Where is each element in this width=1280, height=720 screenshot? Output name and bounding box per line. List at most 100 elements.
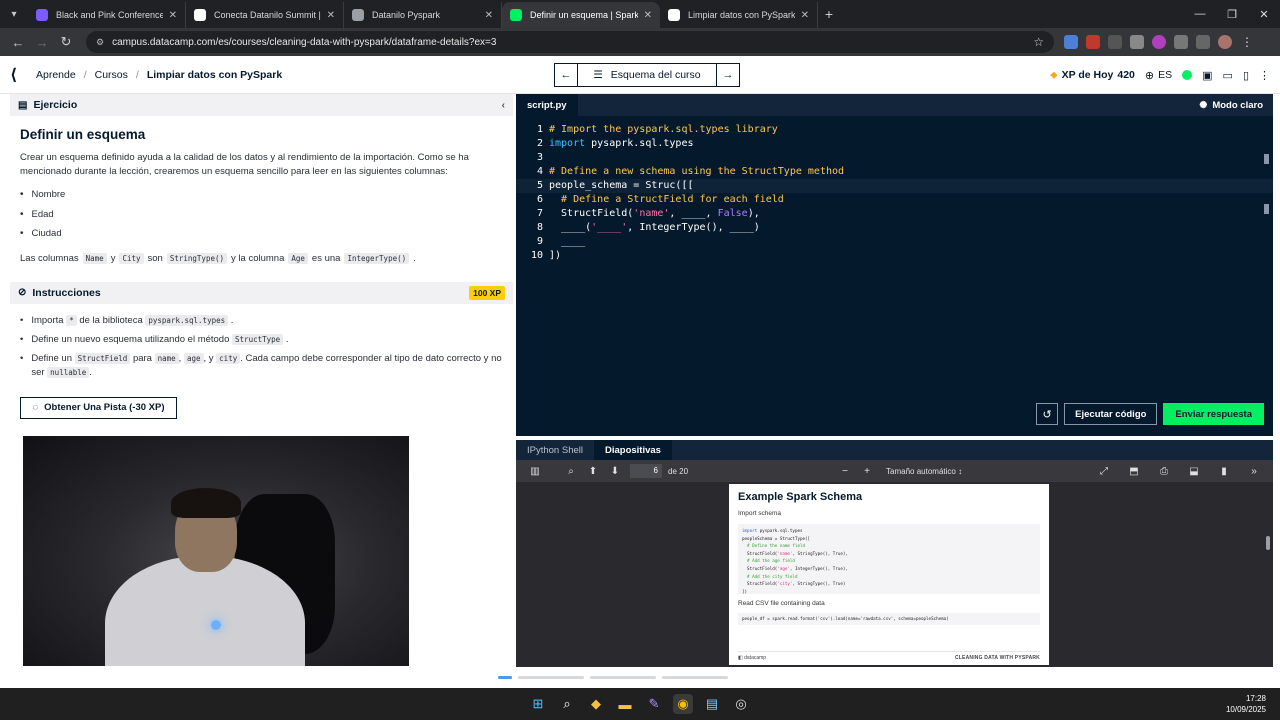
- language-label[interactable]: ES: [1158, 69, 1172, 81]
- code-line[interactable]: 9 ____: [516, 235, 1273, 249]
- previous-page-icon[interactable]: ⬆: [582, 466, 604, 477]
- chrome-icon[interactable]: ◉: [673, 694, 693, 714]
- search-icon[interactable]: ⌕: [557, 694, 577, 714]
- code-line[interactable]: 2 import pysaprk.sql.types: [516, 137, 1273, 151]
- scroll-indicator[interactable]: [518, 676, 584, 679]
- extension-icon-record[interactable]: [1130, 35, 1144, 49]
- translate-icon[interactable]: [1064, 35, 1078, 49]
- scroll-indicator[interactable]: [590, 676, 656, 679]
- reload-icon[interactable]: ↻: [54, 34, 78, 50]
- collapse-chevron-icon[interactable]: ‹: [502, 100, 505, 111]
- tab-diapositivas[interactable]: Diapositivas: [593, 440, 672, 460]
- forward-icon[interactable]: →: [30, 35, 54, 50]
- run-code-button[interactable]: Ejecutar código: [1064, 403, 1158, 425]
- browser-tab[interactable]: Conecta Datanilo Summit | UPC ✕: [186, 2, 344, 28]
- extensions-puzzle-icon[interactable]: [1174, 35, 1188, 49]
- course-outline-label: Esquema del curso: [610, 69, 701, 81]
- site-info-icon[interactable]: ⚙: [96, 37, 104, 48]
- code-line[interactable]: 7 StructField('name', ____, False),: [516, 207, 1273, 221]
- browser-tab[interactable]: Limpiar datos con PySpark ✕: [660, 2, 818, 28]
- code-line[interactable]: 6 # Define a StructField for each field: [516, 193, 1273, 207]
- profile-avatar[interactable]: [1218, 35, 1232, 49]
- close-tab-icon[interactable]: ✕: [644, 10, 652, 21]
- zoom-select[interactable]: Tamaño automático ↕: [886, 467, 962, 476]
- minimize-icon[interactable]: —: [1184, 8, 1216, 21]
- code-token: # Define a StructField for each field: [561, 194, 784, 205]
- code-area[interactable]: 1 # Import the pyspark.sql.types library 2…: [516, 116, 1273, 263]
- close-tab-icon[interactable]: ✕: [169, 10, 177, 21]
- editor-scrollbar-marker[interactable]: [1264, 154, 1269, 164]
- breadcrumb-cursos[interactable]: Cursos: [95, 69, 128, 81]
- close-tab-icon[interactable]: ✕: [485, 10, 493, 21]
- close-tab-icon[interactable]: ✕: [801, 10, 809, 21]
- presentation-mode-icon[interactable]: ⤢: [1093, 466, 1115, 477]
- windows-start-icon[interactable]: ⊞: [528, 694, 548, 714]
- new-tab-button[interactable]: +: [818, 6, 840, 22]
- hint-button[interactable]: ◌ Obtener Una Pista (-30 XP): [20, 396, 177, 419]
- breadcrumb-separator: /: [135, 68, 139, 81]
- code-line[interactable]: 3: [516, 151, 1273, 165]
- pdf-viewer[interactable]: Example Spark Schema Import schema impor…: [516, 482, 1273, 667]
- video-icon[interactable]: ▭: [1223, 69, 1233, 82]
- bookmark-icon[interactable]: ▮: [1213, 466, 1235, 477]
- code-editor-icon[interactable]: ◆: [586, 694, 606, 714]
- globe-icon[interactable]: ⊕: [1145, 69, 1154, 82]
- reset-code-button[interactable]: ↺: [1036, 403, 1059, 425]
- page-number-input[interactable]: 6: [630, 464, 662, 478]
- file-explorer-icon[interactable]: ▬: [615, 694, 635, 714]
- code-line[interactable]: 1 # Import the pyspark.sql.types library: [516, 123, 1273, 137]
- submit-answer-button[interactable]: Enviar respuesta: [1163, 403, 1264, 425]
- tab-ipython-shell[interactable]: IPython Shell: [516, 440, 594, 460]
- reading-list-icon[interactable]: [1196, 35, 1210, 49]
- find-icon[interactable]: ⌕: [560, 466, 582, 477]
- layout-icon[interactable]: ▣: [1202, 69, 1212, 82]
- code-line[interactable]: 8 ____('____', IntegerType(), ____): [516, 221, 1273, 235]
- mobile-icon[interactable]: ▯: [1243, 69, 1249, 82]
- close-window-icon[interactable]: ✕: [1248, 8, 1280, 21]
- scroll-indicator[interactable]: [662, 676, 728, 679]
- editor-scrollbar-marker[interactable]: [1264, 204, 1269, 214]
- tab-search-icon[interactable]: ▾: [0, 0, 28, 28]
- code-line[interactable]: 5 people_schema = Struc([[: [516, 179, 1273, 193]
- course-outline-button[interactable]: ☰ Esquema del curso: [578, 63, 716, 87]
- back-icon[interactable]: ←: [6, 35, 30, 50]
- pen-app-icon[interactable]: ✎: [644, 694, 664, 714]
- breadcrumb-aprende[interactable]: Aprende: [36, 69, 76, 81]
- zoom-in-icon[interactable]: +: [856, 466, 878, 477]
- browser-menu-icon[interactable]: ⋮: [1240, 35, 1254, 49]
- bookmark-star-icon[interactable]: ☆: [1033, 35, 1044, 49]
- datacamp-logo-icon[interactable]: ⟨: [10, 65, 32, 84]
- extension-icon-red[interactable]: [1086, 35, 1100, 49]
- next-page-icon[interactable]: ⬇: [604, 466, 626, 477]
- close-tab-icon[interactable]: ✕: [327, 10, 335, 21]
- pdf-scrollbar[interactable]: [1266, 536, 1270, 550]
- url-input[interactable]: ⚙ campus.datacamp.com/es/courses/cleanin…: [86, 31, 1054, 53]
- code-line[interactable]: 10]): [516, 249, 1273, 263]
- webcam-light: [211, 620, 221, 630]
- save-icon[interactable]: ⬓: [1183, 466, 1205, 477]
- code-line[interactable]: 4 # Define a new schema using the StructT…: [516, 165, 1273, 179]
- next-exercise-button[interactable]: →: [716, 63, 740, 87]
- inline-code: StringType(): [166, 253, 228, 264]
- more-icon[interactable]: ⋮: [1259, 69, 1270, 82]
- extension-icon-off[interactable]: [1108, 35, 1122, 49]
- zoom-out-icon[interactable]: −: [834, 466, 856, 477]
- tools-chevron-icon[interactable]: »: [1243, 466, 1265, 477]
- light-mode-toggle[interactable]: ✺ Modo claro: [1199, 100, 1263, 111]
- hint-button-label: Obtener Una Pista (-30 XP): [44, 402, 165, 413]
- tab-script-py[interactable]: script.py: [516, 94, 578, 116]
- breadcrumb-course[interactable]: Limpiar datos con PySpark: [147, 69, 282, 81]
- browser-tab[interactable]: Datanilo Pyspark ✕: [344, 2, 502, 28]
- browser-tab[interactable]: Black and Pink Conference Eve ✕: [28, 2, 186, 28]
- open-file-icon[interactable]: ⬒: [1123, 466, 1145, 477]
- notepad-icon[interactable]: ▤: [702, 694, 722, 714]
- maximize-icon[interactable]: ❐: [1216, 8, 1248, 21]
- sidebar-toggle-icon[interactable]: ▥: [524, 466, 546, 477]
- scroll-indicator-active[interactable]: [498, 676, 512, 679]
- previous-exercise-button[interactable]: ←: [554, 63, 578, 87]
- taskbar-clock[interactable]: 17:28 10/09/2025: [1226, 693, 1266, 715]
- extension-icon-purple[interactable]: [1152, 35, 1166, 49]
- recording-app-icon[interactable]: ◎: [731, 694, 751, 714]
- print-icon[interactable]: ⎙: [1153, 466, 1175, 477]
- browser-tab[interactable]: Definir un esquema | Spark ✕: [502, 2, 660, 28]
